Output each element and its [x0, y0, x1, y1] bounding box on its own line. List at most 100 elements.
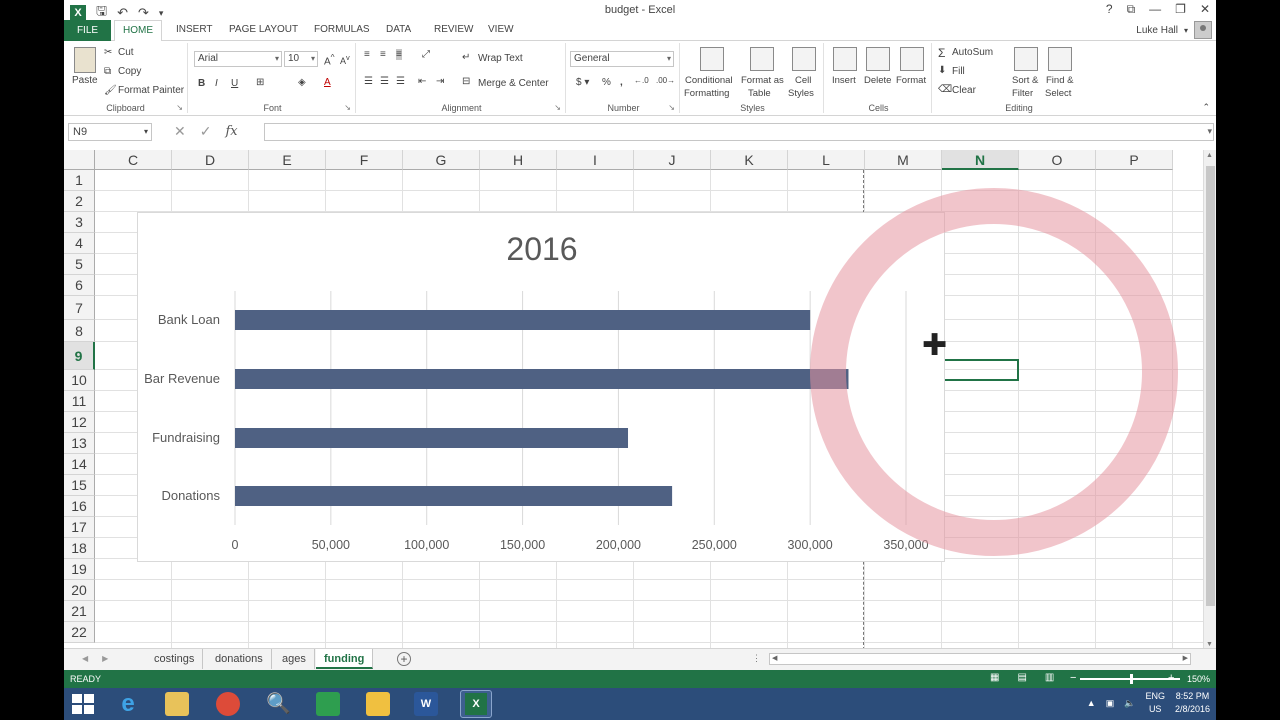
horizontal-scroll-thumb[interactable]: [782, 655, 832, 663]
column-header[interactable]: H: [480, 150, 557, 170]
column-header[interactable]: N: [942, 150, 1019, 170]
percent-icon[interactable]: %: [602, 77, 611, 88]
prev-sheet-icon[interactable]: ◀: [82, 654, 88, 663]
increase-decimal-icon[interactable]: ←.0: [634, 76, 649, 85]
minimize-button[interactable]: —: [1149, 2, 1161, 17]
clear-icon[interactable]: ⌫: [938, 84, 952, 95]
zoom-slider[interactable]: [1080, 674, 1180, 684]
language-indicator[interactable]: ENG US: [1145, 690, 1165, 716]
row-header[interactable]: 13: [64, 433, 95, 454]
chart-bar[interactable]: [235, 310, 811, 330]
row-header[interactable]: 12: [64, 412, 95, 433]
bottom-align-icon[interactable]: ≡: [396, 49, 402, 60]
wrap-text-button[interactable]: Wrap Text: [478, 53, 523, 64]
row-header[interactable]: 2: [64, 191, 95, 212]
row-header[interactable]: 18: [64, 538, 95, 559]
word-icon[interactable]: W: [414, 692, 438, 716]
help-button[interactable]: ?: [1106, 2, 1113, 17]
cell-styles-label[interactable]: Styles: [788, 88, 814, 99]
avatar[interactable]: [1194, 21, 1212, 39]
row-header[interactable]: 17: [64, 517, 95, 538]
row-header[interactable]: 6: [64, 275, 95, 296]
scroll-down-icon[interactable]: ▼: [1206, 641, 1213, 648]
row-header[interactable]: 20: [64, 580, 95, 601]
windows-start-icon[interactable]: [72, 694, 94, 714]
font-color-icon[interactable]: A: [324, 77, 331, 88]
restore-button[interactable]: ❐: [1175, 2, 1186, 17]
chart-bar[interactable]: [235, 428, 629, 448]
row-header[interactable]: 8: [64, 320, 95, 342]
autosum-button[interactable]: AutoSum: [952, 47, 993, 58]
tab-data[interactable]: DATA: [386, 24, 411, 35]
column-header[interactable]: I: [557, 150, 634, 170]
format-cells-icon[interactable]: [900, 47, 924, 71]
row-header[interactable]: 1: [64, 170, 95, 191]
scroll-up-icon[interactable]: ▲: [1206, 152, 1213, 159]
row-header[interactable]: 5: [64, 254, 95, 275]
cell-styles-icon[interactable]: [792, 47, 816, 71]
tab-page-layout[interactable]: PAGE LAYOUT: [229, 24, 298, 35]
decrease-indent-icon[interactable]: ⇤: [418, 76, 426, 87]
currency-icon[interactable]: $ ▾: [576, 77, 589, 88]
find-label[interactable]: Find &: [1046, 75, 1073, 86]
next-sheet-icon[interactable]: ▶: [102, 654, 108, 663]
column-header[interactable]: G: [403, 150, 480, 170]
grow-font-icon[interactable]: A^: [324, 52, 335, 67]
italic-icon[interactable]: I: [215, 78, 218, 89]
clock[interactable]: 8:52 PM 2/8/2016: [1175, 690, 1210, 716]
column-header[interactable]: M: [865, 150, 942, 170]
binoculars-icon[interactable]: [1048, 47, 1072, 71]
column-header[interactable]: L: [788, 150, 865, 170]
row-header[interactable]: 11: [64, 391, 95, 412]
row-header[interactable]: 19: [64, 559, 95, 580]
search-tool-icon[interactable]: 🔍: [266, 692, 291, 716]
scroll-left-icon[interactable]: ◀: [772, 654, 777, 662]
autosum-icon[interactable]: Σ: [938, 46, 945, 60]
format-as-label[interactable]: Format as: [741, 75, 784, 86]
page-break-view-icon[interactable]: ▥: [1045, 672, 1054, 683]
fill-button[interactable]: Fill: [952, 66, 965, 77]
number-format-select[interactable]: General ▾: [570, 51, 674, 67]
select-label[interactable]: Select: [1045, 88, 1071, 99]
file-explorer-icon[interactable]: [165, 692, 189, 716]
page-layout-view-icon[interactable]: ▤: [1017, 672, 1026, 683]
conditional-formatting-icon[interactable]: [700, 47, 724, 71]
format-painter-icon[interactable]: 🖌: [104, 85, 117, 96]
tab-home[interactable]: HOME: [114, 20, 162, 42]
cut-button[interactable]: Cut: [118, 47, 134, 58]
tab-file[interactable]: FILE: [64, 20, 111, 41]
column-header[interactable]: J: [634, 150, 711, 170]
tab-review[interactable]: REVIEW: [434, 24, 473, 35]
row-header[interactable]: 14: [64, 454, 95, 475]
store-icon[interactable]: [316, 692, 340, 716]
sheet-tab-funding[interactable]: funding: [316, 649, 374, 669]
sheet-tab-donations[interactable]: donations: [207, 649, 272, 669]
column-header[interactable]: D: [172, 150, 249, 170]
font-name-select[interactable]: Arial ▾: [194, 51, 282, 67]
filter-label[interactable]: Filter: [1012, 88, 1033, 99]
align-left-icon[interactable]: ☰: [364, 76, 373, 87]
delete-cells-icon[interactable]: [866, 47, 890, 71]
select-all-corner[interactable]: [64, 150, 95, 170]
table-label[interactable]: Table: [748, 88, 771, 99]
zoom-knob[interactable]: [1130, 674, 1133, 684]
clear-button[interactable]: Clear: [952, 85, 976, 96]
top-align-icon[interactable]: ≡: [364, 49, 370, 60]
insert-cells-button[interactable]: Insert: [832, 75, 856, 86]
zoom-percent[interactable]: 150%: [1187, 674, 1210, 684]
format-cells-button[interactable]: Format: [896, 75, 926, 86]
paste-icon[interactable]: [74, 47, 96, 73]
font-size-select[interactable]: 10 ▾: [284, 51, 318, 67]
conditional-label[interactable]: Conditional: [685, 75, 733, 86]
vertical-scroll-thumb[interactable]: [1206, 166, 1215, 606]
merge-center-icon[interactable]: ⊟: [462, 76, 470, 87]
tray-up-icon[interactable]: ▲: [1087, 698, 1096, 708]
chart-bar[interactable]: [235, 486, 673, 506]
internet-explorer-icon[interactable]: e: [116, 692, 140, 716]
excel-taskbar-icon[interactable]: X: [460, 690, 492, 718]
sort-filter-icon[interactable]: [1014, 47, 1038, 71]
account-area[interactable]: Luke Hall ▾: [1136, 21, 1212, 39]
increase-indent-icon[interactable]: ⇥: [436, 76, 444, 87]
row-header[interactable]: 7: [64, 296, 95, 320]
sort-label[interactable]: Sort &: [1012, 75, 1038, 86]
